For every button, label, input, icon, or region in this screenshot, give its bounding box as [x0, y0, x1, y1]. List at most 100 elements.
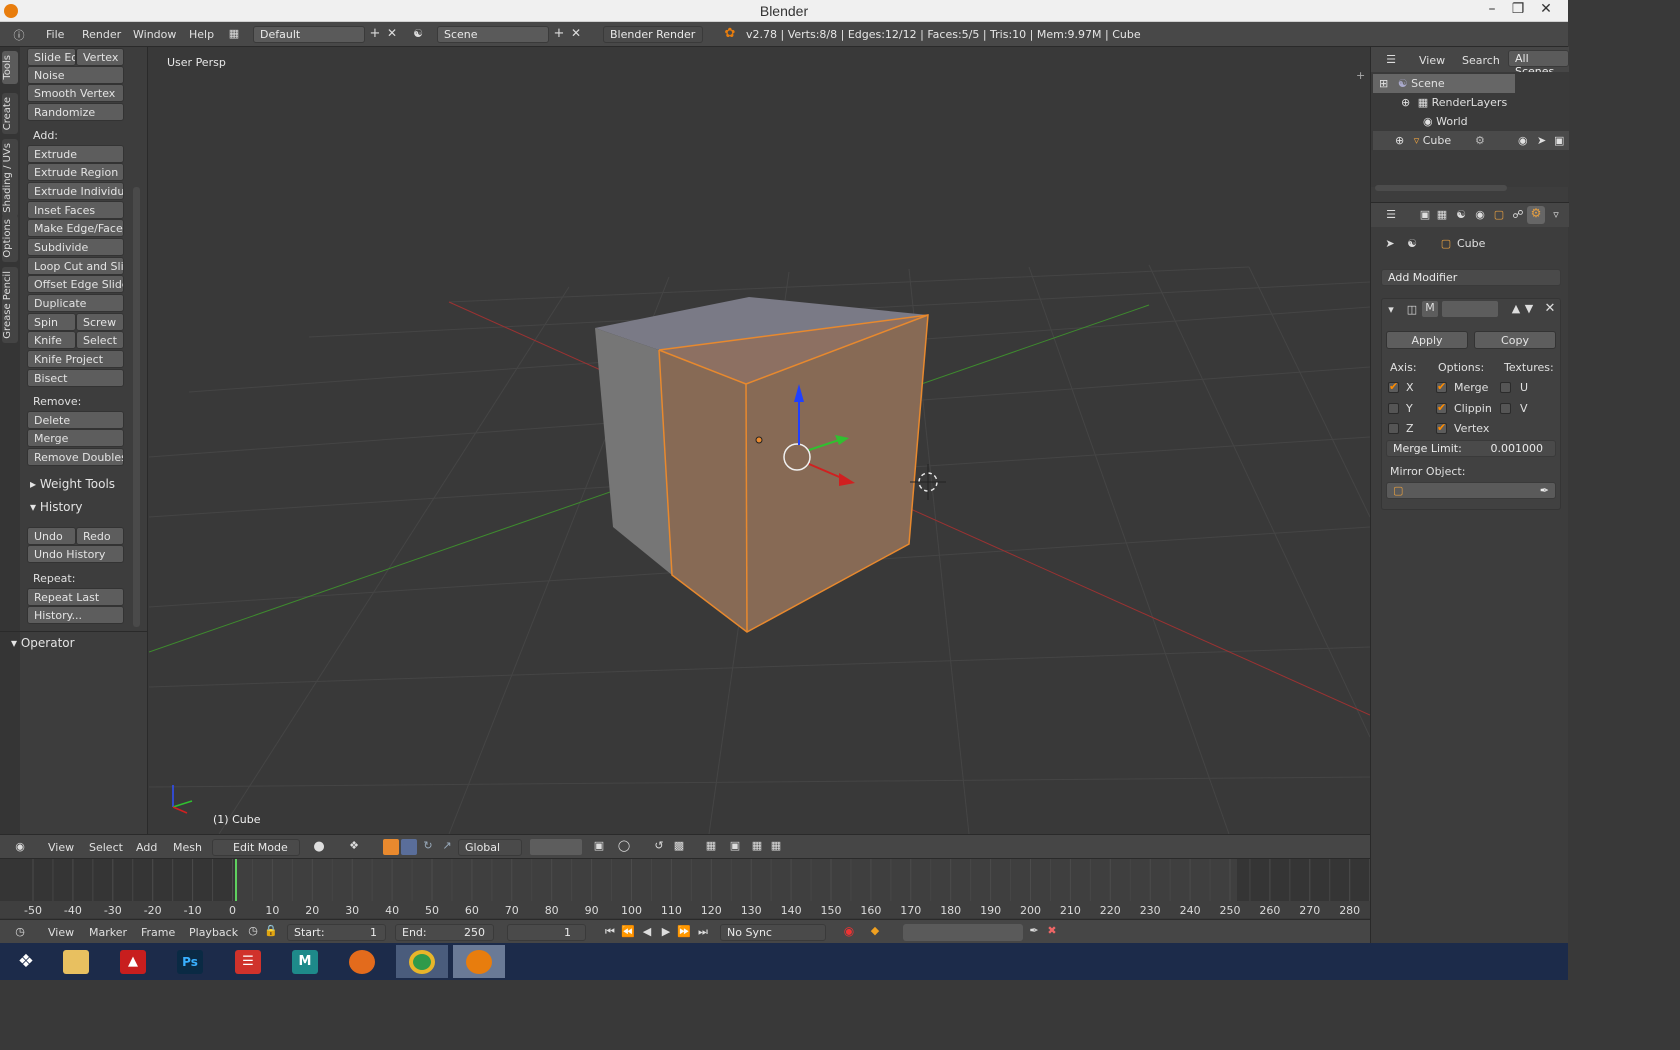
- editor-type-3d-icon[interactable]: ◉: [12, 840, 28, 853]
- play-reverse-icon[interactable]: ◀: [640, 925, 654, 938]
- loop-cut-and-slide-button[interactable]: Loop Cut and Slide: [27, 257, 124, 275]
- active-keying-set-field[interactable]: [903, 924, 1023, 941]
- scene-icon[interactable]: ☯: [410, 27, 426, 40]
- tab-options[interactable]: Options: [2, 215, 18, 262]
- snap-target-icon[interactable]: ▦: [704, 839, 718, 852]
- spin-button[interactable]: Spin: [27, 313, 76, 331]
- keying-set-icon[interactable]: ◆: [868, 924, 882, 937]
- delete-screen-icon[interactable]: ✕: [385, 26, 399, 40]
- frame-menu[interactable]: Frame: [141, 926, 175, 939]
- play-icon[interactable]: ▶: [659, 925, 673, 938]
- expand-icon[interactable]: ⊞: [1379, 77, 1388, 90]
- pivot-point-icon[interactable]: ❖: [347, 839, 361, 852]
- repeat-history-button[interactable]: History...: [27, 606, 124, 624]
- merge-checkbox[interactable]: [1436, 380, 1447, 393]
- make-edge-face-button[interactable]: Make Edge/Face: [27, 219, 124, 237]
- renderable-camera-icon[interactable]: ▣: [1554, 134, 1564, 147]
- mesh-menu[interactable]: Mesh: [173, 841, 202, 854]
- remove-modifier-icon[interactable]: ✕: [1543, 301, 1557, 316]
- manipulator-toggle-icon[interactable]: [383, 839, 399, 855]
- select-mode-buttons[interactable]: [530, 839, 582, 855]
- taskbar-chrome[interactable]: [396, 945, 448, 978]
- extrude-region-button[interactable]: Extrude Region: [27, 163, 124, 181]
- mirror-object-field[interactable]: ▢ ✒: [1386, 482, 1556, 499]
- duplicate-button[interactable]: Duplicate: [27, 294, 124, 312]
- data-tab-icon[interactable]: ▿: [1549, 208, 1563, 221]
- menu-help[interactable]: Help: [189, 28, 214, 41]
- delete-keyframe-icon[interactable]: ✖: [1045, 924, 1059, 937]
- collapse-modifier-icon[interactable]: ▾: [1385, 303, 1397, 316]
- taskbar-sketchup[interactable]: ☰: [222, 945, 274, 978]
- menu-file[interactable]: File: [46, 28, 64, 41]
- noise-button[interactable]: Noise: [27, 66, 124, 84]
- add-modifier-select[interactable]: Add Modifier: [1381, 269, 1561, 286]
- display-mode-select[interactable]: All Scenes: [1508, 50, 1569, 78]
- timeline-view-menu[interactable]: View: [48, 926, 74, 939]
- merge-limit-field[interactable]: Merge Limit: 0.001000: [1386, 440, 1556, 457]
- render-animation-icon[interactable]: ▦: [750, 839, 764, 852]
- scale-manipulator-icon[interactable]: ↗: [440, 839, 454, 852]
- menu-render[interactable]: Render: [82, 28, 121, 41]
- jump-prev-keyframe-icon[interactable]: ⏪: [621, 925, 635, 938]
- screw-button[interactable]: Screw: [76, 313, 124, 331]
- merge-button[interactable]: Merge: [27, 429, 124, 447]
- tab-tools[interactable]: Tools: [2, 51, 18, 84]
- tab-shading-uvs[interactable]: Shading / UVs: [2, 139, 18, 217]
- lock-range-icon[interactable]: 🔒: [264, 924, 278, 937]
- outliner-search-menu[interactable]: Search: [1462, 54, 1500, 67]
- render-tab-icon[interactable]: ▣: [1418, 208, 1432, 221]
- proportional-edit-icon[interactable]: ◯: [617, 839, 631, 852]
- modifiers-tab-icon[interactable]: ⚙: [1527, 206, 1545, 224]
- outliner-view-menu[interactable]: View: [1419, 54, 1445, 67]
- viewport-shading-icon[interactable]: ●: [312, 839, 326, 854]
- current-frame-field[interactable]: 1: [507, 924, 586, 941]
- offset-edge-slide-button[interactable]: Offset Edge Slide: [27, 275, 124, 293]
- scene-tab-icon[interactable]: ☯: [1454, 208, 1468, 221]
- axis-y-checkbox[interactable]: [1388, 403, 1399, 414]
- constraints-tab-icon[interactable]: ☍: [1511, 208, 1525, 221]
- transform-orientation-select[interactable]: Global: [458, 839, 522, 856]
- tool-shelf-scrollbar[interactable]: [133, 187, 140, 627]
- timeline-ruler[interactable]: -50 -40 -30 -20 -10 0 10 20 30 40 50 60 70 80 90 100 110…: [0, 859, 1370, 919]
- knife-button[interactable]: Knife: [27, 331, 76, 349]
- bisect-button[interactable]: Bisect: [27, 369, 124, 387]
- apply-modifier-button[interactable]: Apply: [1386, 331, 1468, 349]
- opengl-render-icon[interactable]: ▣: [728, 839, 742, 852]
- randomize-button[interactable]: Randomize: [27, 103, 124, 121]
- render-engine-select[interactable]: Blender Render: [603, 26, 703, 43]
- jump-next-keyframe-icon[interactable]: ⏩: [677, 925, 691, 938]
- knife-project-button[interactable]: Knife Project: [27, 350, 124, 368]
- close-window-button[interactable]: ✕: [1532, 1, 1560, 19]
- vertex-groups-checkbox[interactable]: [1436, 421, 1447, 434]
- history-panel-header[interactable]: ▾ History: [30, 500, 83, 514]
- inset-faces-button[interactable]: Inset Faces: [27, 201, 124, 219]
- menu-window[interactable]: Window: [133, 28, 176, 41]
- add-scene-icon[interactable]: +: [552, 26, 566, 41]
- knife-select-button[interactable]: Select: [76, 331, 124, 349]
- move-up-icon[interactable]: ▲: [1510, 302, 1522, 315]
- copy-modifier-button[interactable]: Copy: [1474, 331, 1556, 349]
- tab-grease-pencil[interactable]: Grease Pencil: [2, 267, 18, 343]
- view-menu[interactable]: View: [48, 841, 74, 854]
- outliner-item-cube[interactable]: ⊕ ▿ Cube ⚙ ◉ ➤ ▣: [1373, 131, 1569, 150]
- end-frame-field[interactable]: End: 250: [395, 924, 494, 941]
- select-menu[interactable]: Select: [89, 841, 123, 854]
- taskbar-maya[interactable]: M: [279, 945, 331, 978]
- playback-menu[interactable]: Playback: [189, 926, 238, 939]
- world-tab-icon[interactable]: ◉: [1473, 208, 1487, 221]
- slide-edge-button[interactable]: Slide Ed: [27, 48, 76, 66]
- auto-keying-record-icon[interactable]: ◉: [842, 924, 856, 938]
- add-screen-icon[interactable]: +: [368, 26, 382, 41]
- rotate-manipulator-icon[interactable]: ↻: [421, 839, 435, 852]
- outliner-item-scene[interactable]: ⊞ ☯ Scene: [1373, 74, 1515, 93]
- operator-panel-header[interactable]: ▾ Operator: [11, 636, 75, 650]
- scene-field[interactable]: Scene: [437, 26, 549, 43]
- jump-start-icon[interactable]: ⏮: [603, 925, 617, 939]
- taskbar-acrobat[interactable]: ▲: [107, 945, 159, 978]
- delete-button[interactable]: Delete: [27, 411, 124, 429]
- object-tab-icon[interactable]: ▢: [1492, 208, 1506, 221]
- render-sequence-icon[interactable]: ▦: [769, 839, 783, 852]
- preview-range-icon[interactable]: ◷: [246, 924, 260, 937]
- outliner-item-world[interactable]: ◉ World: [1373, 112, 1515, 131]
- jump-end-icon[interactable]: ⏭: [696, 925, 710, 939]
